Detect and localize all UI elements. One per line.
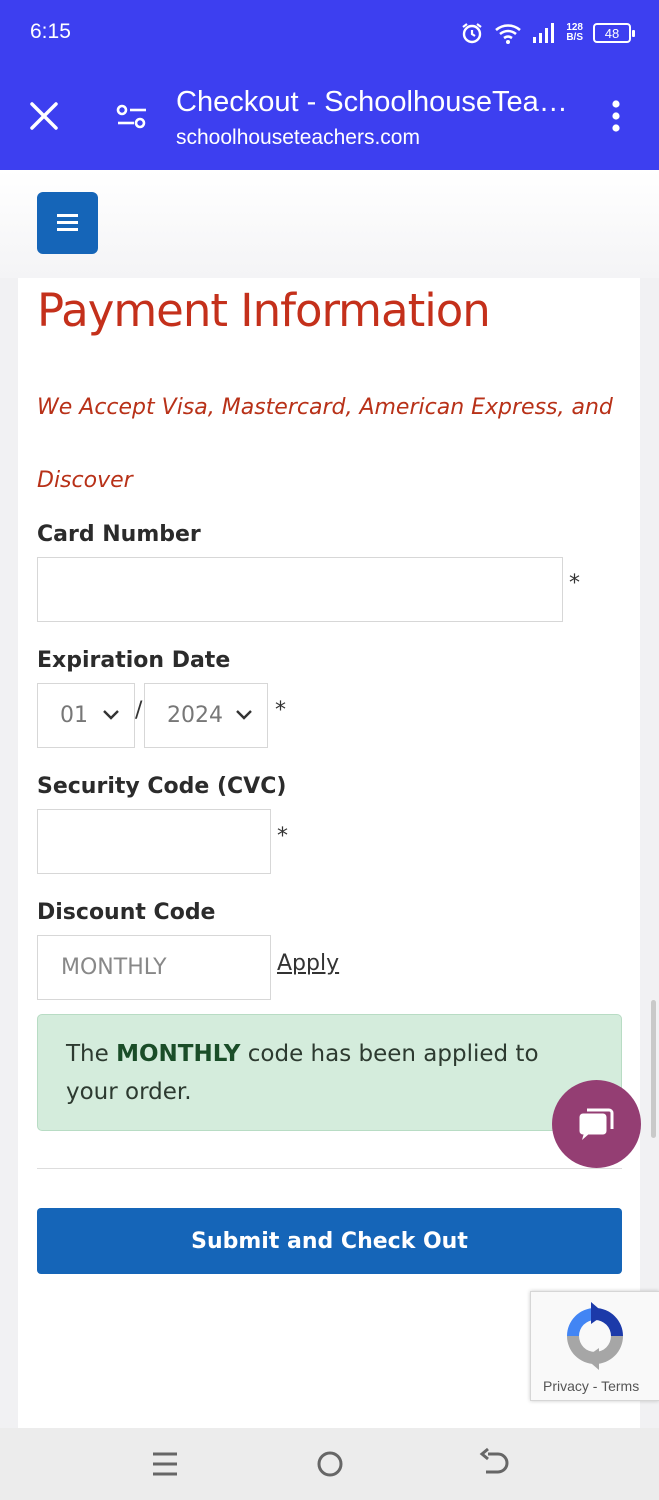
divider xyxy=(37,1168,622,1169)
page-url: schoolhouseteachers.com xyxy=(176,126,420,149)
chevron-down-icon xyxy=(103,710,119,720)
expiry-year-value: 2024 xyxy=(167,703,223,728)
close-button[interactable] xyxy=(24,96,64,136)
expiry-month-value: 01 xyxy=(60,703,88,728)
net-speed: 128 B/S xyxy=(566,22,583,43)
applied-code: MONTHLY xyxy=(116,1041,241,1067)
status-time: 6:15 xyxy=(30,20,71,43)
system-nav-bar xyxy=(0,1428,659,1500)
required-mark: * xyxy=(277,824,288,849)
page-title: Checkout - SchoolhouseTeac... xyxy=(176,86,576,118)
expiry-month-select[interactable]: 01 xyxy=(37,683,135,748)
site-menu-button[interactable] xyxy=(37,192,98,254)
accepted-cards-text: We Accept Visa, Mastercard, American Exp… xyxy=(37,395,613,420)
expiry-separator: / xyxy=(135,698,143,723)
chat-button[interactable] xyxy=(552,1080,641,1168)
more-options-button[interactable] xyxy=(600,96,632,136)
expiration-date-label: Expiration Date xyxy=(37,648,231,673)
terms-link[interactable]: Terms xyxy=(601,1378,639,1394)
discount-code-label: Discount Code xyxy=(37,900,216,925)
back-icon xyxy=(479,1447,509,1474)
discount-code-input[interactable]: MONTHLY xyxy=(37,935,271,1000)
privacy-link[interactable]: Privacy xyxy=(543,1378,589,1394)
alarm-icon xyxy=(462,23,482,44)
page-settings-button[interactable] xyxy=(112,96,152,136)
chevron-down-icon xyxy=(236,710,252,720)
back-button[interactable] xyxy=(476,1446,512,1482)
scrollbar-thumb[interactable] xyxy=(651,1000,656,1138)
browser-toolbar: 6:15 128 B/S 48 Checkout - SchoolhouseTe… xyxy=(0,0,659,170)
status-icons: 128 B/S 48 xyxy=(460,18,635,48)
required-mark: * xyxy=(275,698,286,723)
payment-heading: Payment Information xyxy=(37,284,491,337)
recaptcha-links: Privacy - Terms xyxy=(543,1378,640,1394)
signal-icon xyxy=(533,23,555,43)
security-code-input[interactable] xyxy=(37,809,271,874)
required-mark: * xyxy=(569,571,580,596)
page-settings-icon xyxy=(116,104,146,129)
chat-icon xyxy=(579,1108,614,1140)
hamburger-icon xyxy=(57,214,78,217)
payment-form-card: Payment Information We Accept Visa, Mast… xyxy=(18,278,640,1428)
home-icon xyxy=(317,1451,343,1477)
card-number-label: Card Number xyxy=(37,522,201,547)
recaptcha-badge[interactable]: Privacy - Terms xyxy=(530,1291,659,1401)
home-button[interactable] xyxy=(312,1446,348,1482)
security-code-label: Security Code (CVC) xyxy=(37,774,287,799)
wifi-icon xyxy=(495,24,522,44)
discount-success-alert: The MONTHLY code has been applied to you… xyxy=(37,1014,622,1131)
close-icon xyxy=(30,102,58,130)
accepted-cards-text-cont: Discover xyxy=(37,468,133,493)
card-number-input[interactable] xyxy=(37,557,563,622)
expiry-year-select[interactable]: 2024 xyxy=(144,683,268,748)
submit-checkout-button[interactable]: Submit and Check Out xyxy=(37,1208,622,1274)
site-header xyxy=(0,170,659,278)
recaptcha-logo-icon xyxy=(567,1302,623,1370)
battery-indicator: 48 xyxy=(593,23,635,43)
apply-discount-link[interactable]: Apply xyxy=(277,951,339,976)
discount-code-value: MONTHLY xyxy=(61,955,167,980)
more-vert-icon xyxy=(612,100,620,132)
recents-button[interactable] xyxy=(147,1446,183,1482)
recents-icon xyxy=(153,1452,177,1476)
